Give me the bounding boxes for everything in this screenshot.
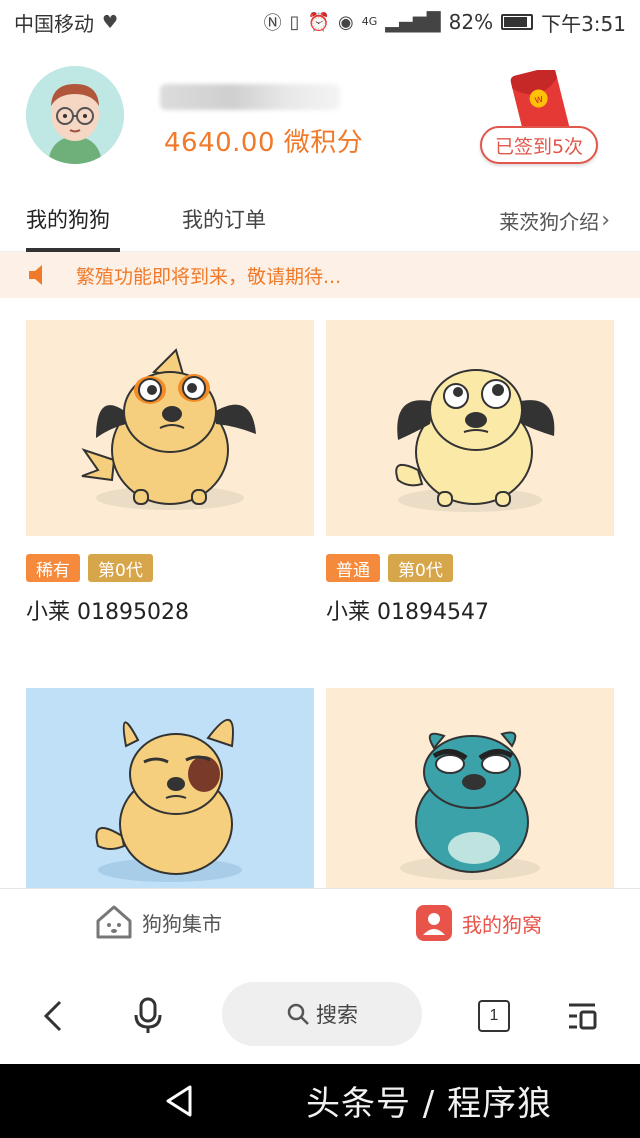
bottom-nav: 狗狗集市 我的狗窝 <box>0 888 640 964</box>
speaker-icon <box>29 265 42 285</box>
avatar[interactable] <box>26 66 124 164</box>
chevron-left-icon <box>43 1000 62 1032</box>
battery-icon <box>501 14 534 30</box>
rarity-badge: 稀有 <box>26 554 80 582</box>
dog-card[interactable] <box>326 688 614 888</box>
user-icon <box>416 905 452 941</box>
watermark: 头条号 / 程序狼 <box>306 1084 553 1124</box>
status-bar: 中国移动 ♥ Ⓝ ▯ ⏰ ◉ 4G ▂▄▆█ 82% 下午3:51 <box>0 0 640 44</box>
dog-house-icon <box>96 905 132 939</box>
profile-header: 4640.00 微积分 w 已签到5次 <box>0 44 640 184</box>
tab-count: 1 <box>478 1000 510 1032</box>
back-button[interactable] <box>34 996 74 1036</box>
search-label: 搜索 <box>316 1003 358 1027</box>
notice-text: 繁殖功能即将到来，敬请期待... <box>76 265 342 288</box>
battery-percent: 82% <box>448 10 494 34</box>
system-back-icon[interactable] <box>164 1084 194 1118</box>
system-nav-bar: 头条号 / 程序狼 <box>0 1064 640 1138</box>
carrier-label: 中国移动 <box>14 11 94 36</box>
browser-toolbar: 搜索 1 <box>0 964 640 1064</box>
rarity-badge: 普通 <box>326 554 380 582</box>
dog-card[interactable]: 普通 第0代 小莱 01894547 <box>326 320 614 626</box>
search-icon <box>287 1003 309 1025</box>
generation-badge: 第0代 <box>388 554 453 582</box>
dog-card[interactable] <box>26 688 314 888</box>
nfc-icon: Ⓝ <box>263 13 282 34</box>
intro-link-label: 莱茨狗介绍 <box>499 210 600 234</box>
dog-grid: 稀有 第0代 小莱 01895028 普通 第0代 小莱 01894547 <box>0 298 640 888</box>
username-redacted <box>160 84 340 110</box>
dog-image <box>326 320 614 536</box>
search-button[interactable]: 搜索 <box>222 982 422 1046</box>
eye-icon: ◉ <box>338 11 354 33</box>
network-label: 4G <box>361 15 378 28</box>
points-balance: 4640.00 微积分 <box>164 128 364 158</box>
tabs-button[interactable]: 1 <box>474 996 514 1036</box>
tab-bar: 我的狗狗 我的订单 莱茨狗介绍 › <box>0 184 640 252</box>
nav-dog-market[interactable]: 狗狗集市 <box>96 905 222 939</box>
generation-badge: 第0代 <box>88 554 153 582</box>
dog-image <box>326 688 614 888</box>
tab-my-orders[interactable]: 我的订单 <box>182 204 266 234</box>
intro-link[interactable]: 莱茨狗介绍 › <box>499 206 610 235</box>
vibrate-icon: ▯ <box>289 11 300 33</box>
heart-pulse-icon: ♥ <box>102 11 119 33</box>
voice-button[interactable] <box>128 996 168 1036</box>
nav-my-kennel-label: 我的狗窝 <box>462 912 542 937</box>
nav-dog-market-label: 狗狗集市 <box>142 911 222 936</box>
clock-label: 下午3:51 <box>541 11 626 36</box>
nav-my-kennel[interactable]: 我的狗窝 <box>416 905 542 941</box>
menu-button[interactable] <box>562 996 602 1036</box>
chevron-right-icon: › <box>601 208 610 233</box>
menu-icon <box>569 1003 597 1030</box>
alarm-icon: ⏰ <box>307 11 330 33</box>
dog-name: 小莱 01894547 <box>326 600 489 625</box>
checkin-button[interactable]: 已签到5次 <box>480 126 598 164</box>
microphone-icon <box>134 997 162 1033</box>
dog-image <box>26 320 314 536</box>
dog-card[interactable]: 稀有 第0代 小莱 01895028 <box>26 320 314 626</box>
dog-image <box>26 688 314 888</box>
signal-icon: ▂▄▆█ <box>385 11 441 33</box>
tab-my-dogs[interactable]: 我的狗狗 <box>26 204 110 234</box>
dog-name: 小莱 01895028 <box>26 600 189 625</box>
notice-banner: 繁殖功能即将到来，敬请期待... <box>0 252 640 298</box>
